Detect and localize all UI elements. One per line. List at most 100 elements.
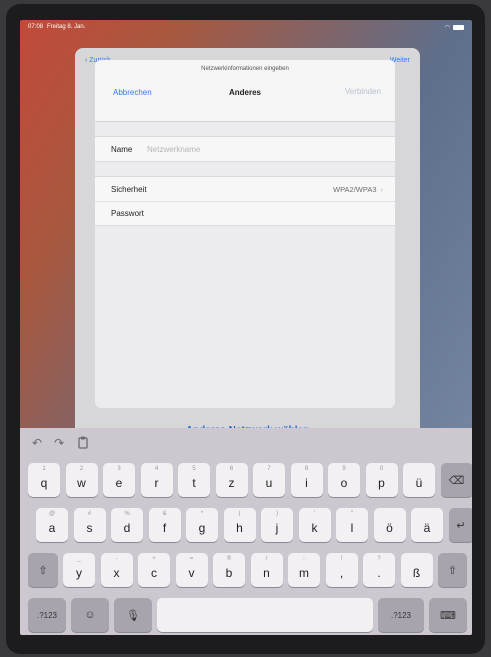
key-char: f [162,521,167,535]
key[interactable]: 0p [365,463,398,497]
password-field[interactable]: Passwort [95,201,395,225]
key[interactable]: 6z [215,463,248,497]
security-row[interactable]: Sicherheit WPA2/WPA3 › [95,177,395,201]
undo-icon[interactable]: ↶ [32,436,42,450]
network-name-input[interactable]: Netzwerkname [147,145,200,154]
key[interactable]: _ y [63,553,95,587]
key[interactable]: % d [111,508,143,542]
dictation-key[interactable]: 🎙 [114,598,152,632]
key-char: ä [423,521,431,535]
status-time: 07:08 [28,24,44,30]
key[interactable]: ® b [213,553,245,587]
emoji-key[interactable]: ☺ [71,598,109,632]
space-bar[interactable] [157,598,373,632]
key-alt-char: 8 [304,466,309,472]
key[interactable]: 1q [28,463,60,497]
key[interactable]: ; m [288,553,320,587]
key-char: p [378,476,385,490]
key-char: y [76,566,82,580]
key[interactable]: & f [148,508,181,542]
chevron-right-icon: › [380,184,384,194]
keyboard-row-1: 1 q 2 w 3 e 4 r 5 t 6 z 7 u 8 i 9 o 0 p ü ⌫ [20,463,472,499]
key[interactable]: 3e [103,463,135,497]
key[interactable]: ) j [261,508,293,542]
key-alt-char: 2 [79,466,84,472]
key[interactable]: 2w [65,463,98,497]
key-char: ß [412,566,421,580]
key[interactable]: ?. [363,553,395,587]
onscreen-keyboard: ↶ ↷ 1 q 2 w 3 e 4 r 5 t 6 z 7 u 8 i 9 o 0 p ü ⌫ @ a # s% d & f * g(h)… [20,428,472,635]
key[interactable]: # s [73,508,106,542]
key[interactable]: (h [223,508,256,542]
keyboard-toolbar: ↶ ↷ [20,428,472,458]
key-char: m [299,566,309,580]
key-char: a [48,521,56,535]
shift-icon: ⇧ [38,564,48,577]
numbers-key-right[interactable]: .?123 [378,598,424,632]
return-key[interactable]: ↵ [448,508,472,542]
key[interactable]: ß [400,553,433,587]
password-label: Passwort [111,209,144,218]
delete-key[interactable]: ⌫ [440,463,472,497]
redo-icon[interactable]: ↷ [54,436,64,450]
shift-key-right[interactable]: ⇧ [438,553,467,587]
key-alt-char: 3 [117,466,121,472]
key[interactable]: " l [336,508,368,542]
delete-icon: ⌫ [448,474,465,487]
key[interactable]: 4r [140,463,173,497]
key-char: , [339,566,344,580]
security-label: Sicherheit [111,184,147,194]
key[interactable]: ä [411,508,443,542]
key-char: e [115,476,123,490]
key[interactable]: 8i [290,463,323,497]
key[interactable]: ü [403,463,435,497]
cancel-button[interactable]: Abbrechen [113,88,152,97]
key[interactable]: / n [250,553,283,587]
key-alt-char: 0 [379,466,384,472]
key[interactable]: @ a [36,508,68,542]
key-char: t [192,476,196,490]
key-alt-char: 6 [229,466,234,472]
connect-button[interactable]: Verbinden [345,87,381,96]
numbers-key[interactable]: .?123 [28,598,66,632]
key[interactable]: 7u [253,463,285,497]
hide-keyboard-key[interactable]: ⌨ [429,598,467,632]
return-icon: ↵ [456,519,466,532]
key-alt-char: % [124,511,130,517]
status-date: Freitag 8. Jan. [47,24,86,30]
key[interactable]: -x [100,553,133,587]
key-char: c [151,566,157,580]
key[interactable]: ' k [298,508,331,542]
key-alt-char: " [350,511,354,517]
key-char: w [77,476,86,490]
key[interactable]: * g [186,508,218,542]
wifi-icon: ◠ [444,24,450,31]
key-alt-char: ! [340,556,343,562]
shift-icon: ⇧ [447,564,458,577]
paste-icon[interactable] [76,435,90,452]
keyboard-row-2: @ a # s% d & f * g(h) j ' k " l ö ä ↵ [20,508,472,544]
shift-key-left[interactable]: ⇧ [28,553,58,587]
key-char: u [265,476,273,490]
key-char: ö [386,521,393,535]
network-name-field[interactable]: Name Netzwerkname [95,137,395,161]
key-alt-char: + [152,556,156,562]
key-char: i [305,476,308,490]
key-alt-char: ; [303,556,305,562]
key[interactable]: 9o [328,463,360,497]
key-char: l [350,521,354,535]
network-info-modal: Netzwerkinformationen eingeben Anderes A… [95,60,395,408]
key[interactable]: 5t [178,463,210,497]
key[interactable]: !, [325,553,358,587]
key[interactable]: = v [175,553,208,587]
key[interactable]: + c [138,553,170,587]
key-char: j [275,521,279,535]
key-alt-char: ( [238,511,241,517]
key[interactable]: ö [373,508,406,542]
key-alt-char: / [265,556,268,562]
key-char: s [86,521,93,535]
key-char: g [198,521,206,535]
key-char: . [377,566,381,580]
key-alt-char: ® [226,556,232,562]
key-alt-char: 7 [267,466,271,472]
